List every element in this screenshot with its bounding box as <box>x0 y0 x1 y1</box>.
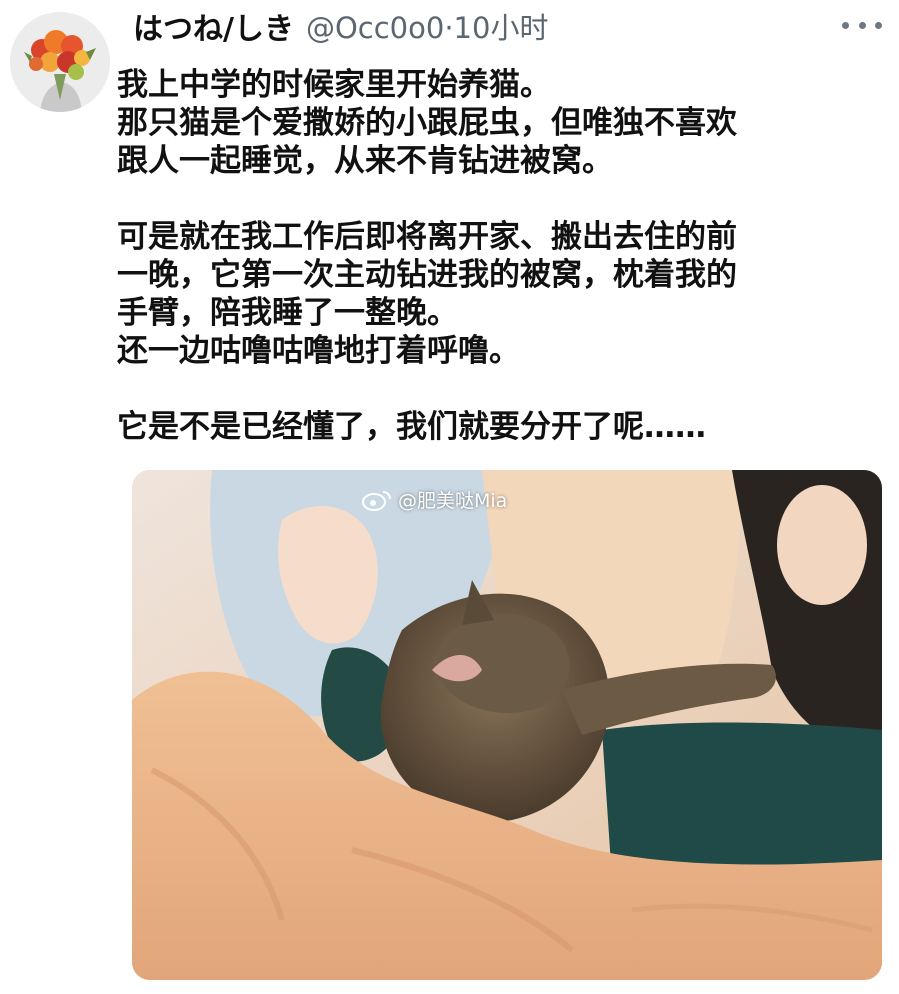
tweet-line: 它是不是已经懂了，我们就要分开了呢…… <box>117 409 706 445</box>
weibo-logo-icon <box>362 490 391 511</box>
tweet-line-blank <box>117 180 892 218</box>
author-name[interactable]: はつね/しき <box>133 4 294 48</box>
face-skin <box>777 485 867 605</box>
tweet-time[interactable]: 10小时 <box>454 11 549 45</box>
more-options-button[interactable] <box>842 10 882 40</box>
photo-watermark: @肥美哒Mia <box>362 486 507 513</box>
watermark-text: @肥美哒Mia <box>398 490 508 512</box>
tweet-line: 手臂，陪我睡了一整晚。 <box>117 295 458 331</box>
tweet-line: 跟人一起睡觉，从来不肯钻进被窝。 <box>117 143 613 179</box>
tweet: はつね/しき @Occ0o0·10小时 我上中学的时候家里开始养猫。 那只猫是个… <box>0 0 899 994</box>
cat-sleeping-photo <box>132 470 882 980</box>
tweet-header: はつね/しき @Occ0o0·10小时 <box>133 4 548 48</box>
tweet-line: 那只猫是个爱撒娇的小跟屁虫，但唯独不喜欢 <box>117 105 737 141</box>
tweet-line-blank <box>117 370 892 408</box>
tweet-line: 我上中学的时候家里开始养猫。 <box>117 67 551 103</box>
author-handle: @Occ0o0·10小时 <box>306 5 548 47</box>
pajama <box>602 722 882 880</box>
author-handle-text[interactable]: @Occ0o0 <box>306 11 444 45</box>
tweet-line: 还一边咕噜咕噜地打着呼噜。 <box>117 333 520 369</box>
flower-bouquet-icon <box>10 12 110 112</box>
tweet-photo[interactable] <box>132 470 882 980</box>
more-horizontal-icon <box>842 21 849 29</box>
avatar[interactable] <box>10 12 110 112</box>
tweet-text: 我上中学的时候家里开始养猫。 那只猫是个爱撒娇的小跟屁虫，但唯独不喜欢 跟人一起… <box>117 66 892 446</box>
tweet-line: 可是就在我工作后即将离开家、搬出去住的前 <box>117 219 737 255</box>
separator-dot: · <box>444 11 454 45</box>
tweet-line: 一晚，它第一次主动钻进我的被窝，枕着我的 <box>117 257 737 293</box>
